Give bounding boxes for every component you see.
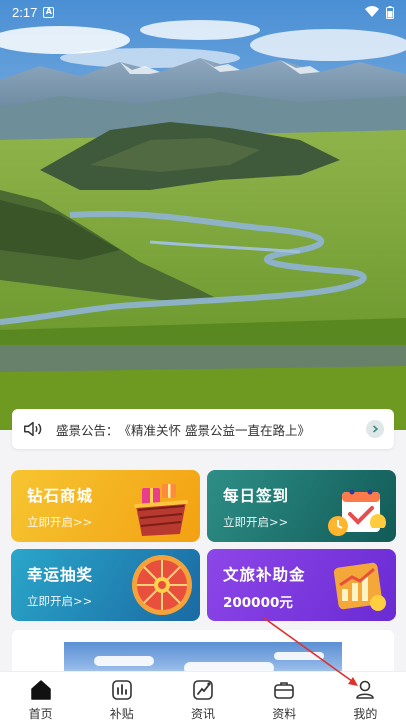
tab-label: 补贴 bbox=[109, 707, 134, 721]
speaker-icon bbox=[24, 421, 42, 437]
trend-icon bbox=[193, 680, 213, 700]
tab-home[interactable]: 首页 bbox=[0, 672, 81, 723]
tab-mine[interactable]: 我的 bbox=[325, 672, 406, 723]
lucky-draw-card[interactable]: 幸运抽奖 立即开启>> bbox=[11, 549, 200, 621]
travel-subsidy-card[interactable]: 文旅补助金 200000元 bbox=[207, 549, 396, 621]
home-icon bbox=[30, 680, 51, 700]
announcement-text[interactable]: 《精准关怀 盛景公益一直在路上》 bbox=[119, 420, 358, 439]
chevron-right-icon bbox=[372, 425, 379, 433]
tab-news[interactable]: 资讯 bbox=[162, 672, 243, 723]
status-time: 2:17 bbox=[12, 4, 38, 20]
tab-label: 资讯 bbox=[191, 707, 216, 721]
announcement-label: 盛景公告： bbox=[56, 422, 119, 438]
user-icon bbox=[356, 680, 375, 699]
tab-label: 资料 bbox=[272, 707, 297, 721]
notification-icon: A bbox=[43, 6, 55, 18]
growth-chart-icon bbox=[333, 562, 386, 611]
briefcase-icon bbox=[274, 682, 295, 699]
gift-basket-icon bbox=[134, 484, 188, 536]
bars-icon bbox=[111, 680, 132, 700]
announcement-more-button[interactable] bbox=[366, 420, 384, 438]
prize-wheel-icon bbox=[132, 555, 192, 615]
bottom-tab-bar: 首页 补贴 资讯 资料 我的 bbox=[0, 671, 406, 723]
status-bar: 2:17 A bbox=[0, 0, 406, 24]
wifi-icon bbox=[365, 6, 379, 17]
tab-subsidy[interactable]: 补贴 bbox=[81, 672, 162, 723]
tab-label: 我的 bbox=[353, 707, 378, 721]
diamond-mall-card[interactable]: 钻石商城 立即开启>> bbox=[11, 470, 200, 542]
calendar-icon bbox=[328, 489, 386, 536]
hero-landscape-image bbox=[0, 0, 406, 430]
battery-icon bbox=[386, 5, 394, 19]
tab-label: 首页 bbox=[28, 707, 53, 721]
daily-checkin-card[interactable]: 每日签到 立即开启>> bbox=[207, 470, 396, 542]
tab-materials[interactable]: 资料 bbox=[244, 672, 325, 723]
announcement-bar[interactable]: 盛景公告： 《精准关怀 盛景公益一直在路上》 bbox=[12, 409, 394, 449]
